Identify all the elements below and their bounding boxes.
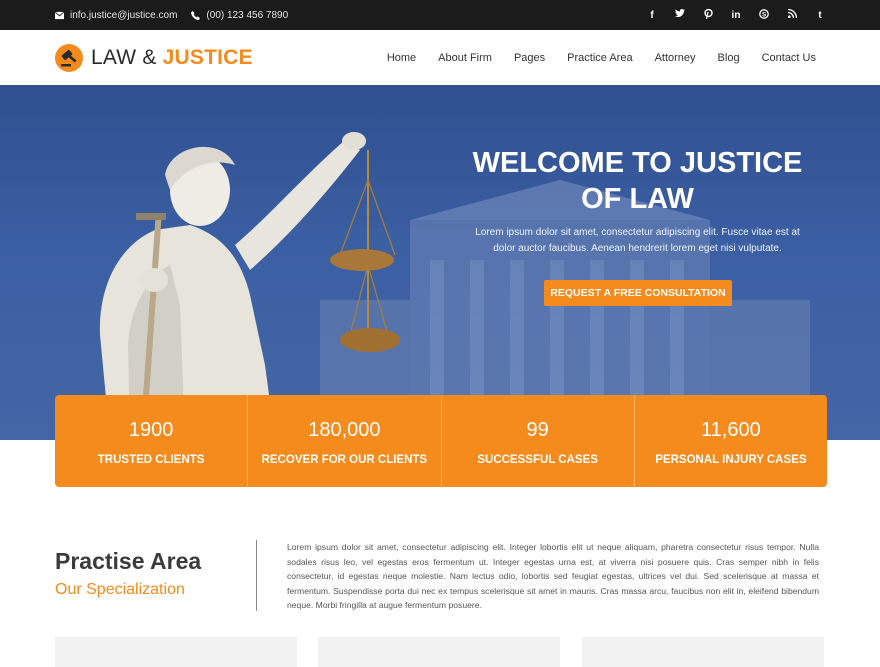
- gavel-icon: [55, 44, 83, 72]
- practise-area-subtitle: Our Specialization: [55, 581, 185, 598]
- hero-banner: WELCOME TO JUSTICE OF LAW Lorem ipsum do…: [0, 85, 880, 440]
- stat-injury-cases: 11,600 PERSONAL INJURY CASES: [635, 395, 827, 487]
- contact-info: info.justice@justice.com (00) 123 456 78…: [55, 0, 288, 30]
- svg-text:S: S: [762, 11, 767, 18]
- practice-card[interactable]: [318, 637, 560, 667]
- site-header: LAW & JUSTICE Home About Firm Pages Prac…: [0, 30, 880, 85]
- request-consultation-button[interactable]: REQUEST A FREE CONSULTATION: [544, 280, 732, 306]
- phone-text: (00) 123 456 7890: [206, 9, 289, 21]
- stat-label: RECOVER FOR OUR CLIENTS: [261, 454, 428, 466]
- nav-practice-area[interactable]: Practice Area: [567, 52, 632, 64]
- linkedin-icon[interactable]: in: [731, 10, 741, 21]
- stat-successful-cases: 99 SUCCESSFUL CASES: [442, 395, 635, 487]
- practise-area-description: Lorem ipsum dolor sit amet, consectetur …: [287, 542, 819, 610]
- stat-number: 99: [526, 419, 549, 441]
- hero-title-line-2: OF LAW: [581, 183, 694, 215]
- stat-number: 1900: [128, 419, 174, 441]
- facebook-icon[interactable]: f: [647, 10, 657, 21]
- logo[interactable]: LAW & JUSTICE: [55, 43, 253, 73]
- hero-subtitle: Lorem ipsum dolor sit amet, consectetur …: [475, 227, 800, 254]
- stats-bar: 1900 TRUSTED CLIENTS 180,000 RECOVER FOR…: [55, 395, 827, 487]
- nav-home[interactable]: Home: [387, 52, 416, 64]
- nav-contact-us[interactable]: Contact Us: [762, 52, 816, 64]
- logo-text: LAW & JUSTICE: [91, 46, 253, 70]
- stat-recovered: 180,000 RECOVER FOR OUR CLIENTS: [248, 395, 442, 487]
- main-nav: Home About Firm Pages Practice Area Atto…: [387, 30, 816, 85]
- logo-text-accent: JUSTICE: [162, 46, 253, 69]
- stat-trusted-clients: 1900 TRUSTED CLIENTS: [55, 395, 249, 487]
- tumblr-icon[interactable]: t: [815, 10, 825, 21]
- rss-icon[interactable]: [787, 8, 797, 21]
- pinterest-icon[interactable]: [703, 8, 713, 22]
- phone-item[interactable]: (00) 123 456 7890: [191, 10, 288, 21]
- hero-title-line-1: WELCOME TO JUSTICE: [472, 147, 803, 179]
- stat-label: SUCCESSFUL CASES: [477, 454, 598, 466]
- top-bar: info.justice@justice.com (00) 123 456 78…: [0, 0, 880, 30]
- practice-card[interactable]: [55, 637, 297, 667]
- stat-label: PERSONAL INJURY CASES: [655, 454, 807, 466]
- stat-label: TRUSTED CLIENTS: [97, 454, 205, 466]
- practise-area-title: Practise Area: [55, 548, 202, 574]
- phone-icon: [191, 10, 201, 20]
- stat-number: 180,000: [308, 419, 381, 441]
- skype-icon[interactable]: S: [759, 8, 769, 22]
- nav-pages[interactable]: Pages: [514, 52, 545, 64]
- logo-text-main: LAW &: [91, 46, 157, 69]
- hero-title: WELCOME TO JUSTICE OF LAW: [460, 145, 815, 217]
- section-divider: [256, 540, 257, 611]
- twitter-icon[interactable]: [675, 9, 685, 21]
- nav-attorney[interactable]: Attorney: [655, 52, 696, 64]
- email-text: info.justice@justice.com: [70, 9, 178, 21]
- nav-about-firm[interactable]: About Firm: [438, 52, 492, 64]
- envelope-icon: [55, 11, 64, 19]
- nav-blog[interactable]: Blog: [718, 52, 740, 64]
- lady-justice-image: [99, 132, 400, 440]
- practice-card[interactable]: [582, 637, 824, 667]
- email-item[interactable]: info.justice@justice.com: [55, 10, 177, 21]
- social-links: f in S t: [647, 0, 825, 30]
- stat-number: 11,600: [701, 419, 761, 441]
